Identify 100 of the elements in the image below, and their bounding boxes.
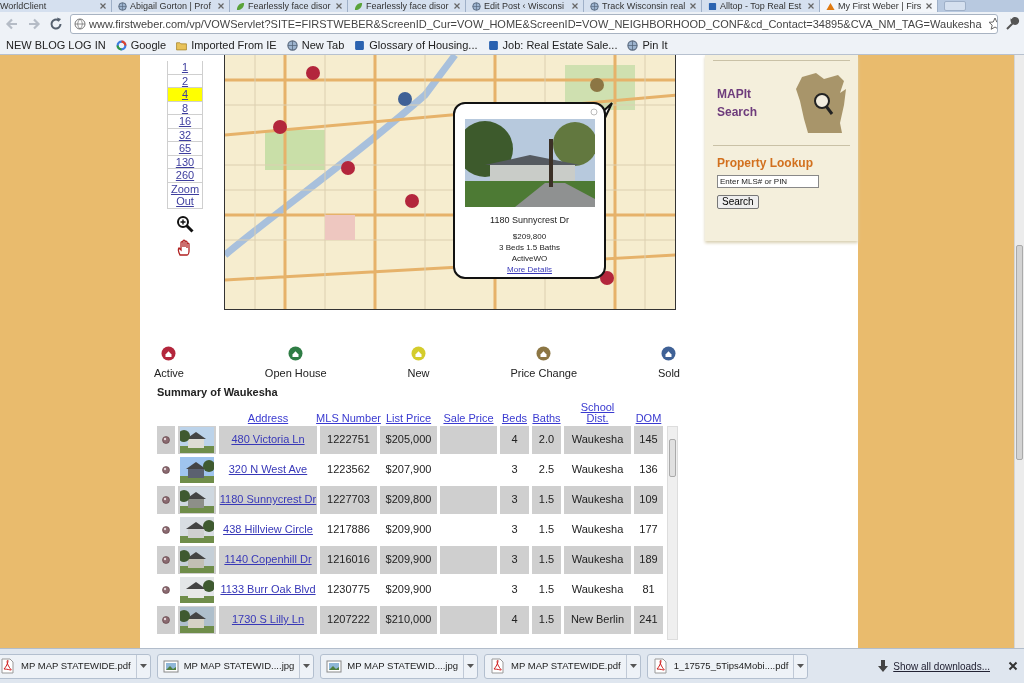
status-dot-icon (162, 435, 170, 444)
column-header-link[interactable]: School Dist. (579, 401, 616, 424)
table-cell: $209,800 (380, 485, 437, 514)
browser-tab[interactable]: Fearlessly face disor (230, 0, 348, 12)
address-bar[interactable]: www.firstweber.com/vp/VOWServlet?SITE=FIRSTWEBER&ScreenID_Cur=VOW_HOME&ScreenID=VOW_NEIGHBORHOOD_CONF&cd_Contact=34895&CVA_NM_TAG=Waukesha (70, 14, 998, 34)
table-cell-text: 1223562 (326, 462, 371, 478)
browser-tab[interactable]: Track Wisconsin real (584, 0, 702, 12)
mls-search-field[interactable]: Enter MLS# or PIN (717, 175, 819, 188)
browser-tab[interactable]: Edit Post ‹ Wisconsi (466, 0, 584, 12)
close-icon[interactable] (217, 2, 225, 10)
globe-icon (627, 39, 639, 51)
globe-icon (74, 18, 86, 30)
close-icon[interactable] (453, 2, 461, 10)
folder-icon (176, 39, 188, 51)
listing-address-link[interactable]: 320 N West Ave (228, 461, 308, 478)
caret-icon[interactable] (467, 663, 474, 669)
zoom-level-link[interactable]: 1 (167, 61, 203, 75)
caret-icon[interactable] (303, 663, 311, 669)
close-icon[interactable] (335, 2, 343, 10)
image-file-icon (326, 658, 343, 674)
column-header-link[interactable]: MLS Number (316, 412, 381, 424)
close-icon[interactable] (99, 2, 107, 10)
listing-address-link[interactable]: 1133 Burr Oak Blvd (220, 581, 316, 598)
reload-icon[interactable] (48, 16, 64, 32)
caret-icon[interactable] (629, 663, 637, 669)
bookmark-link[interactable]: Google (115, 36, 167, 54)
column-header-link[interactable]: List Price (385, 412, 432, 424)
pdf-file-icon (652, 658, 669, 674)
zoom-level-link[interactable]: 4 (167, 88, 203, 102)
table-cell: 3 (500, 485, 529, 514)
zoom-level-link[interactable]: Zoom Out (167, 182, 203, 209)
mapit-search-link[interactable]: MAPIt Search (717, 85, 794, 121)
column-header-link[interactable]: Sale Price (443, 412, 494, 424)
legend-label: Open House (264, 366, 327, 381)
table-cell-text: Waukesha (570, 522, 625, 538)
browser-tab[interactable]: Fearlessly face disor (348, 0, 466, 12)
bookmark-link[interactable]: Pin It (627, 36, 668, 54)
close-icon[interactable] (925, 2, 933, 10)
globe-icon (286, 39, 298, 51)
bookmark-link[interactable]: New Tab (286, 36, 345, 54)
show-all-downloads-link[interactable]: Show all downloads... (893, 658, 990, 674)
browser-tab[interactable]: Abigail Gorton | Prof (112, 0, 230, 12)
star-icon[interactable] (987, 17, 997, 31)
close-icon[interactable] (689, 2, 697, 10)
listing-address-link[interactable]: 438 Hillview Circle (223, 521, 313, 538)
table-cell-text: 2.5 (537, 462, 556, 478)
status-dot-icon (162, 555, 170, 564)
leaf-icon (354, 1, 363, 11)
table-cell: $209,900 (380, 545, 437, 574)
table-cell-text: Waukesha (570, 582, 625, 598)
column-header-link[interactable]: Baths (532, 412, 561, 424)
section-title: Property Lookup (717, 155, 814, 172)
column-header-link[interactable]: Address (247, 412, 289, 424)
table-cell: 4 (500, 425, 529, 454)
close-icon[interactable] (807, 2, 815, 10)
zoom-level-link[interactable]: 65 (167, 142, 203, 156)
browser-tab[interactable]: WorldClient (0, 0, 112, 12)
legend-label: Sold (657, 366, 680, 381)
globe-icon (472, 1, 481, 11)
zoom-level-link[interactable]: 16 (167, 115, 203, 129)
table-cell-text: 1.5 (537, 582, 556, 598)
zoom-level-link[interactable]: 260 (167, 169, 203, 183)
pdf-file-icon (490, 658, 506, 674)
download-item[interactable]: 1_17575_5Tips4Mobi....pdf (646, 653, 809, 679)
bookmark-link[interactable]: Glossary of Housing... (354, 36, 478, 54)
close-icon[interactable] (1008, 661, 1018, 671)
legend-label: Active (154, 366, 184, 381)
browser-tab[interactable]: My First Weber | Firs (820, 0, 938, 12)
bookmark-link[interactable]: Imported From IE (176, 36, 277, 54)
download-item[interactable]: MP MAP STATEWID....jpg (320, 653, 478, 679)
table-cell: 1222751 (320, 425, 377, 454)
column-header-link[interactable]: Beds (501, 412, 528, 424)
table-cell-text: $209,900 (384, 522, 433, 538)
browser-tab[interactable]: Alltop - Top Real Est (702, 0, 820, 12)
caret-icon[interactable] (797, 663, 805, 669)
table-cell-text: 136 (638, 462, 659, 478)
bookmark-link[interactable]: Job: Real Estate Sale... (487, 36, 618, 54)
column-header-link[interactable]: DOM (635, 412, 662, 424)
table-cell: Waukesha (564, 545, 631, 574)
status-dot-icon (162, 585, 170, 594)
globe-icon (590, 1, 599, 11)
search-button[interactable]: Search (717, 195, 759, 209)
close-icon[interactable] (571, 2, 579, 10)
wrench-icon[interactable] (1004, 16, 1020, 32)
zoom-in-icon[interactable] (176, 214, 194, 233)
download-item[interactable]: MP MAP STATEWID....jpg (156, 653, 315, 679)
download-item[interactable]: MP MAP STATEWIDE.pdf (484, 653, 641, 679)
download-item[interactable]: MP MAP STATEWIDE.pdf (0, 653, 151, 679)
scrollbar[interactable] (667, 425, 678, 640)
legend-label: New (407, 366, 430, 381)
bookmark-link[interactable]: NEW BLOG LOG IN (6, 36, 106, 54)
leaf-icon (236, 1, 245, 11)
caret-icon[interactable] (139, 663, 147, 669)
table-cell: 2.0 (532, 425, 561, 454)
square-icon (487, 39, 499, 51)
scrollbar[interactable] (1014, 55, 1024, 648)
table-cell: Waukesha (564, 485, 631, 514)
table-cell-text: $207,900 (384, 462, 433, 478)
table-cell: Waukesha (564, 425, 631, 454)
table-cell: 1216016 (320, 545, 377, 574)
